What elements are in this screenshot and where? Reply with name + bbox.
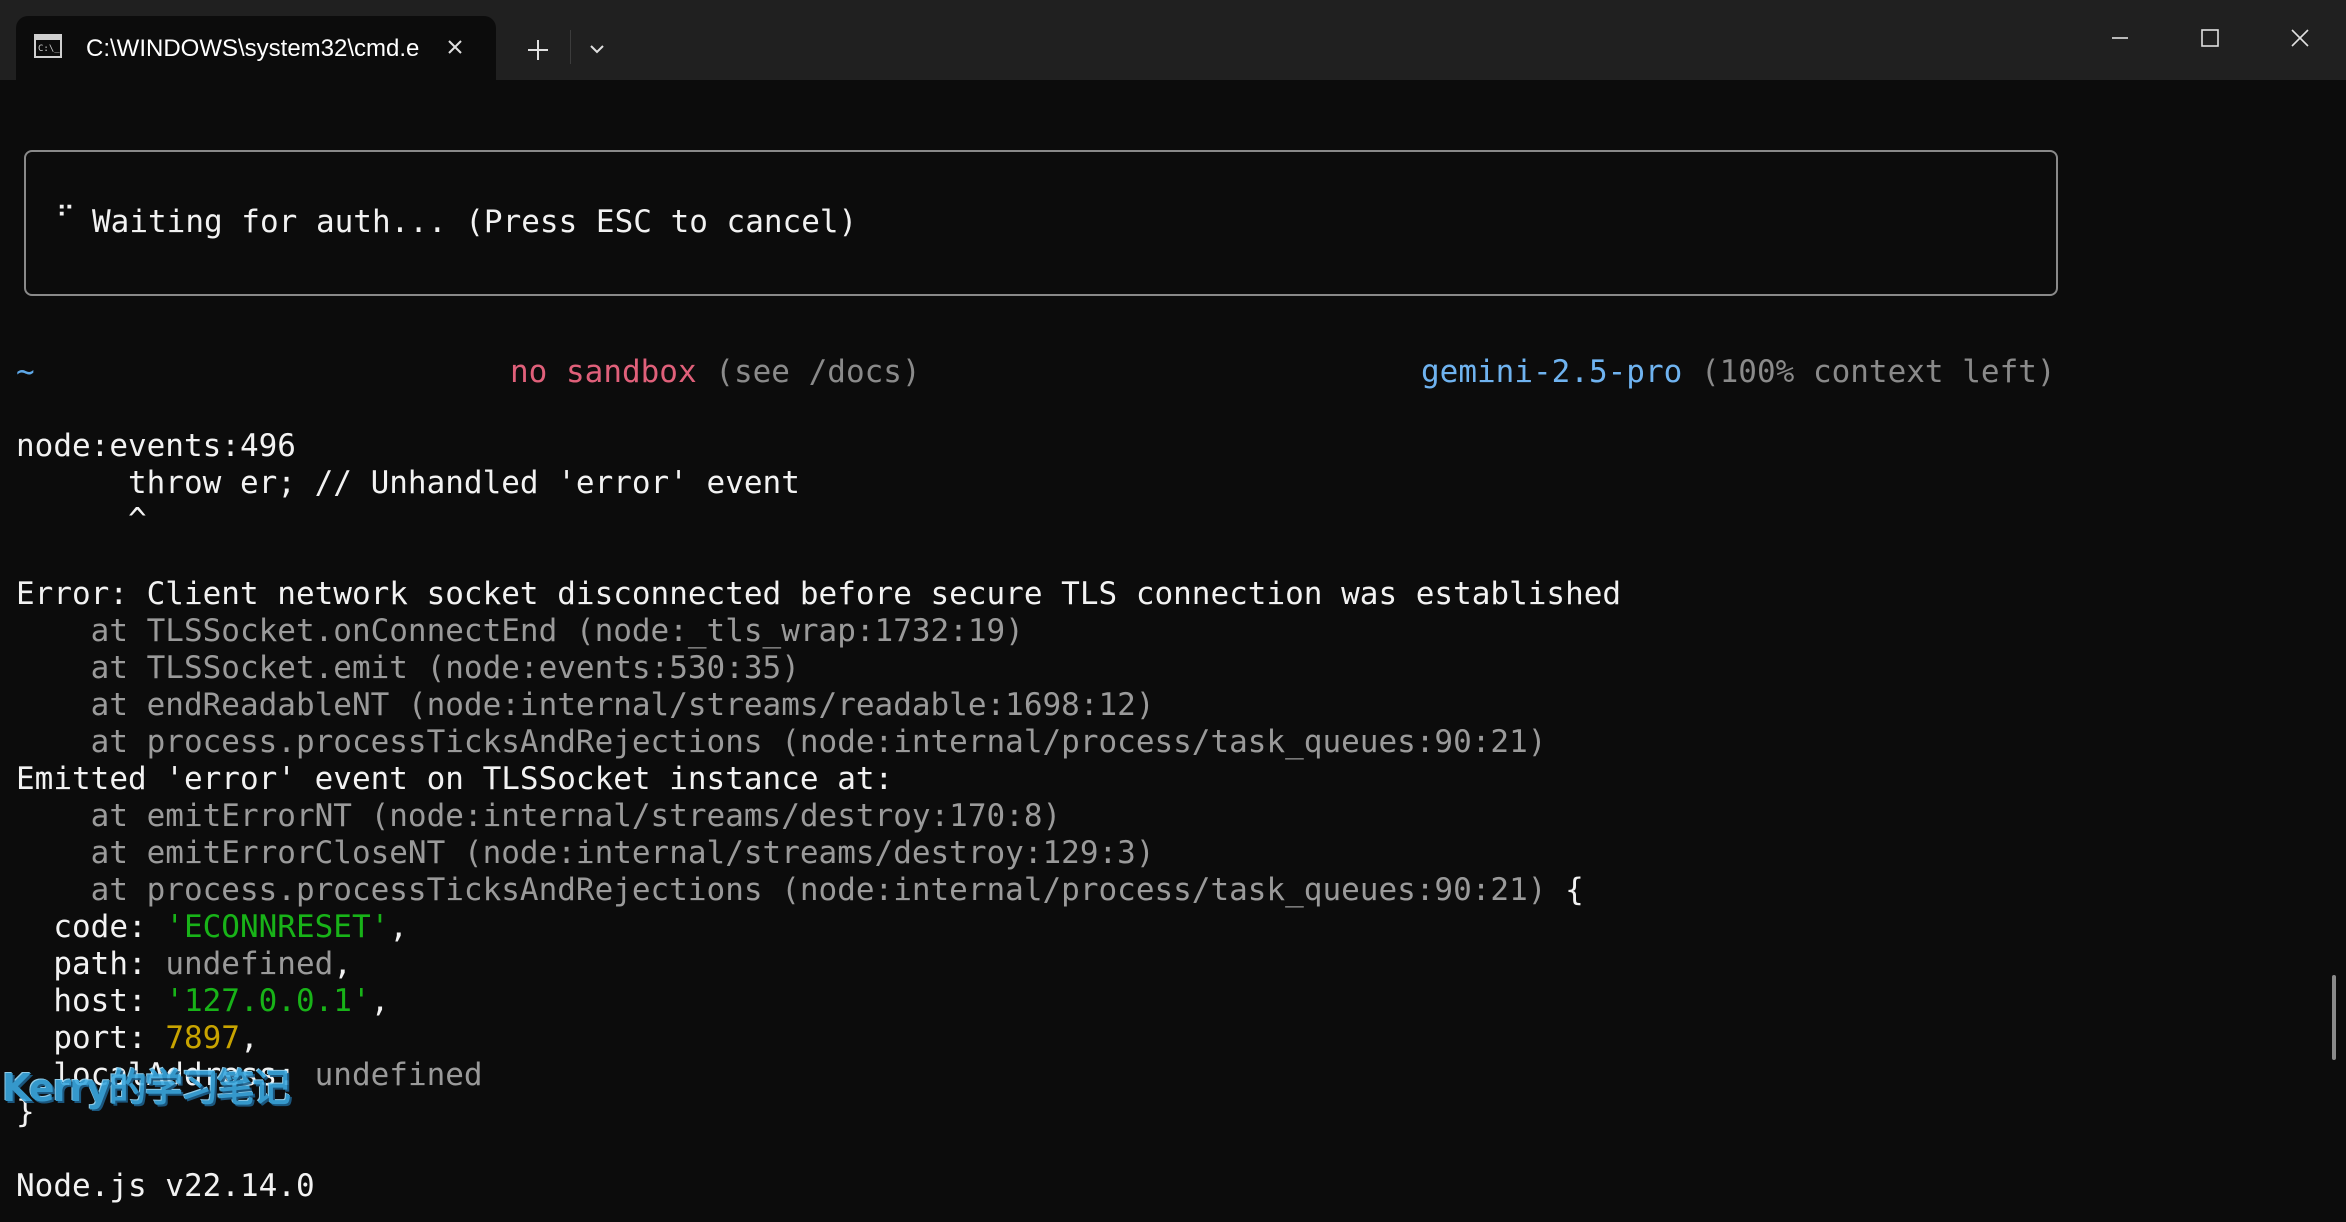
sandbox-label: no sandbox [510,354,697,390]
comma: , [389,909,408,945]
model-name: gemini-2.5-pro [1421,354,1683,390]
minimize-icon[interactable] [2100,18,2140,58]
prop-value: 'ECONNRESET' [165,909,390,945]
title-bar: C:\_ C:\WINDOWS\system32\cmd.e [0,0,2346,80]
status-path: ~ [16,354,35,390]
prop-key: code: [16,909,166,945]
auth-dialog: ⠋ Waiting for auth... (Press ESC to canc… [24,150,2058,296]
comma: , [239,1020,259,1056]
prop-value: 7897 [165,1020,240,1056]
prop-value: undefined [165,946,334,982]
close-icon[interactable] [2280,18,2320,58]
tab-divider [570,30,571,64]
stack-frame: at process.processTicksAndRejections (no… [16,872,1584,909]
output-line: Emitted 'error' event on TLSSocket insta… [16,761,894,797]
maximize-icon[interactable] [2190,18,2230,58]
prop-value: '127.0.0.1' [165,983,371,1019]
comma: , [333,946,352,982]
stack-frame: at emitErrorNT (node:internal/streams/de… [16,798,1062,834]
sandbox-hint: (see /docs) [696,354,921,390]
status-sandbox: no sandbox (see /docs) [510,354,921,391]
stack-frame: at TLSSocket.onConnectEnd (node:_tls_wra… [16,613,1024,649]
output-line: throw er; // Unhandled 'error' event [16,465,800,501]
error-line: Error: Client network socket disconnecte… [16,576,1622,612]
comma: , [370,983,390,1019]
terminal-output[interactable]: ⠋ Waiting for auth... (Press ESC to canc… [0,80,2346,1222]
stack-frame-text: at process.processTicksAndRejections (no… [16,872,1547,908]
tab-title: C:\WINDOWS\system32\cmd.e [86,35,420,62]
terminal-icon: C:\_ [34,34,62,58]
output-line: node:events:496 [16,428,296,464]
stack-frame: at TLSSocket.emit (node:events:530:35) [16,650,800,686]
plus-icon[interactable] [520,32,556,68]
error-prop-host: host: '127.0.0.1', [16,983,389,1020]
svg-text:C:\_: C:\_ [38,44,60,54]
chevron-down-icon[interactable] [582,34,612,64]
prop-key: host: [16,983,166,1019]
error-prop-path: path: undefined, [16,946,352,983]
prop-key: port: [16,1020,166,1056]
tab-cmd[interactable]: C:\_ C:\WINDOWS\system32\cmd.e [16,16,496,80]
stack-frame: at endReadableNT (node:internal/streams/… [16,687,1155,723]
open-brace: { [1546,872,1584,908]
scrollbar-thumb[interactable] [2332,975,2336,1060]
context-left: (100% context left) [1682,354,2056,390]
output-line: ^ [16,502,147,538]
stack-frame: at emitErrorCloseNT (node:internal/strea… [16,835,1155,871]
spinner-icon: ⠋ [56,202,76,232]
prop-value: undefined [314,1057,483,1093]
stack-frame: at process.processTicksAndRejections (no… [16,724,1547,760]
node-version: Node.js v22.14.0 [16,1168,315,1204]
error-prop-code: code: 'ECONNRESET', [16,909,408,946]
prop-key: path: [16,946,166,982]
watermark: Kerry的学习笔记 [2,1066,291,1110]
status-model: gemini-2.5-pro (100% context left) [1421,354,2056,391]
close-icon[interactable] [440,32,470,62]
auth-message: Waiting for auth... (Press ESC to cancel… [92,204,858,240]
error-prop-port: port: 7897, [16,1020,259,1057]
